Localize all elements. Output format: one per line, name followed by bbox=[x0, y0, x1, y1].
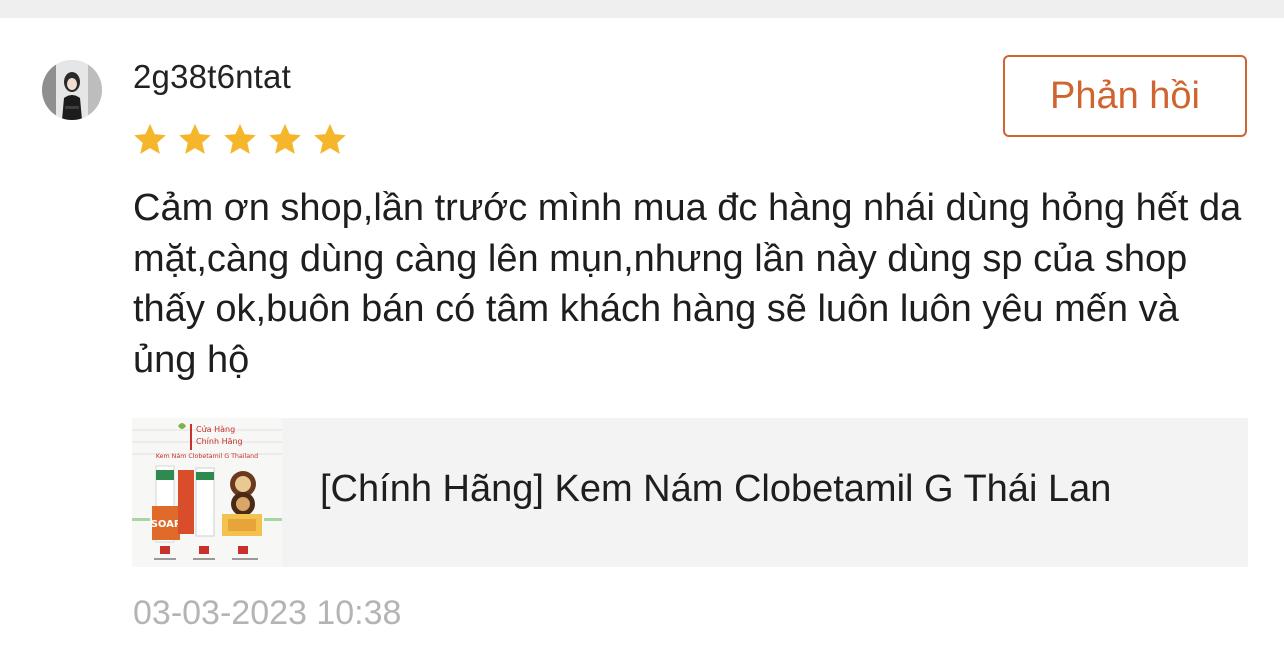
review-card: 2g38t6ntat Phản hồi Cảm ơn shop,lần trướ… bbox=[0, 18, 1284, 670]
review-comment: Cảm ơn shop,lần trước mình mua đc hàng n… bbox=[133, 187, 1242, 381]
product-name: [Chính Hãng] Kem Nám Clobetamil G Thái L… bbox=[320, 468, 1112, 510]
reviewer-username: 2g38t6ntat bbox=[133, 58, 291, 95]
star-rating bbox=[131, 121, 349, 159]
top-divider-strip bbox=[0, 0, 1284, 18]
thumb-soap: SOAP bbox=[151, 519, 182, 530]
star-icon bbox=[134, 123, 166, 154]
thumb-line2: Chính Hãng bbox=[196, 437, 243, 446]
star-icon bbox=[269, 123, 301, 154]
star-icon bbox=[314, 123, 346, 154]
review-timestamp: 03-03-2023 10:38 bbox=[133, 594, 402, 632]
product-thumbnail: Cửa Hàng Chính Hãng Kem Nám Clobetamil G… bbox=[132, 418, 282, 567]
product-link-card[interactable]: Cửa Hàng Chính Hãng Kem Nám Clobetamil G… bbox=[132, 418, 1248, 567]
reply-button[interactable]: Phản hồi bbox=[1003, 55, 1247, 137]
thumb-banner: Kem Nám Clobetamil G Thailand bbox=[156, 452, 258, 460]
avatar[interactable] bbox=[42, 60, 102, 120]
thumb-line1: Cửa Hàng bbox=[196, 424, 235, 434]
star-icon bbox=[179, 123, 211, 154]
star-icon bbox=[224, 123, 256, 154]
